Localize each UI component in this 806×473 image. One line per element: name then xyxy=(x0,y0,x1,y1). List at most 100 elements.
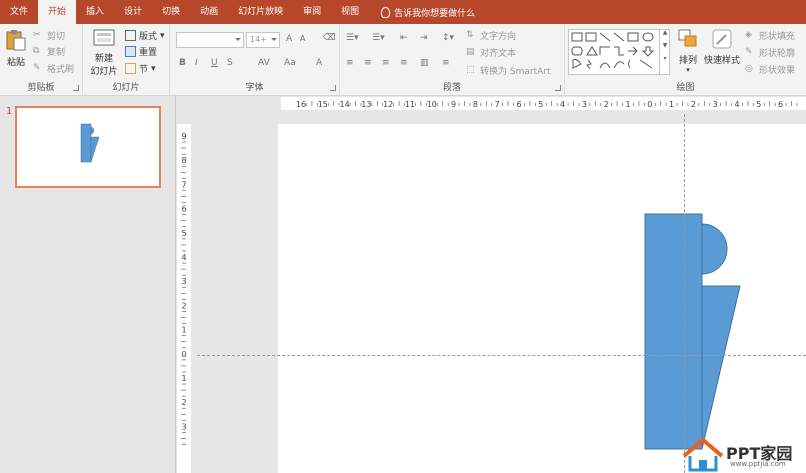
tab-review[interactable]: 审阅 xyxy=(293,0,331,24)
vertical-guide-line[interactable] xyxy=(684,114,685,473)
font-launcher-icon[interactable] xyxy=(330,85,336,91)
bold-button[interactable]: B xyxy=(179,58,186,68)
shadow-button[interactable]: S xyxy=(227,58,233,68)
copy-icon: ⧉ xyxy=(33,46,40,56)
copy-button[interactable]: ⧉ 复制 xyxy=(33,45,65,58)
tab-view[interactable]: 视图 xyxy=(331,0,369,24)
tab-slideshow[interactable]: 幻灯片放映 xyxy=(228,0,293,24)
clipboard-launcher-icon[interactable] xyxy=(73,85,79,91)
shape-outline-label: 形状轮廓 xyxy=(759,49,796,59)
columns-button[interactable]: ▥ xyxy=(420,58,429,68)
triangle-shape[interactable] xyxy=(701,285,741,450)
clipboard-group: 粘贴 ✂ 剪切 ⧉ 复制 ✎ 格式刷 剪贴板 xyxy=(0,24,83,96)
paste-button[interactable]: 粘贴 xyxy=(3,28,29,68)
justify-button[interactable]: ≡ xyxy=(400,58,408,68)
tall-rectangle-shape[interactable] xyxy=(644,213,703,450)
ribbon: 粘贴 ✂ 剪切 ⧉ 复制 ✎ 格式刷 剪贴板 新建 幻灯片 版式 ▾ 重置 节 … xyxy=(0,24,806,96)
arrange-button[interactable]: 排列 ▾ xyxy=(675,28,701,74)
shapes-gallery[interactable] xyxy=(568,29,670,75)
bullets-button[interactable]: ☰▾ xyxy=(346,33,359,43)
tab-file[interactable]: 文件 xyxy=(0,0,38,24)
reset-button[interactable]: 重置 xyxy=(125,45,157,58)
slide-canvas[interactable] xyxy=(278,124,806,473)
ruler-tick-label: 3 xyxy=(582,100,587,109)
shrink-font-button[interactable]: A xyxy=(300,34,305,43)
underline-button[interactable]: U xyxy=(211,58,218,68)
effects-icon: ◎ xyxy=(745,64,753,74)
ribbon-tab-bar: 文件 开始 插入 设计 切换 动画 幻灯片放映 审阅 视图 告诉我你想要做什么 xyxy=(0,0,806,24)
distribute-icon: ≡ xyxy=(442,58,450,68)
chevron-down-icon: ▼ xyxy=(662,42,668,49)
house-logo-icon xyxy=(682,438,724,472)
align-center-button[interactable]: ≡ xyxy=(364,58,372,68)
ruler-tick-label: 6 xyxy=(778,100,783,109)
horizontal-ruler[interactable]: 16 15 14 13 12 11 10 9 8 7 6 5 4 3 2 1 0 1 2 3 4 5 6 xyxy=(281,97,806,110)
new-slide-label-1: 新建 xyxy=(94,54,113,64)
font-color-button[interactable]: A xyxy=(316,58,322,68)
tab-transitions[interactable]: 切换 xyxy=(152,0,190,24)
shape-fill-button[interactable]: ◈ 形状填充 xyxy=(745,29,795,42)
drawing-group-title: 绘图 xyxy=(676,83,695,93)
numbering-icon: ☰▾ xyxy=(372,33,385,43)
paragraph-launcher-icon[interactable] xyxy=(555,85,561,91)
tab-animations[interactable]: 动画 xyxy=(190,0,228,24)
align-left-icon: ≡ xyxy=(346,58,354,68)
char-spacing-button[interactable]: AV xyxy=(258,58,270,68)
pen-icon: ✎ xyxy=(745,47,753,57)
ruler-tick-label: 13 xyxy=(361,100,371,109)
distribute-button[interactable]: ≡ xyxy=(442,58,450,68)
chevron-down-icon: ▾ xyxy=(151,63,156,74)
align-text-label: 对齐文本 xyxy=(480,49,517,59)
font-size-field[interactable]: 14+ xyxy=(246,32,280,48)
line-spacing-button[interactable]: ↕▾ xyxy=(442,33,454,43)
font-size-value: 14+ xyxy=(250,35,267,44)
watermark-url: www.pptjia.com xyxy=(730,460,786,468)
format-painter-button[interactable]: ✎ 格式刷 xyxy=(33,62,74,75)
tab-design[interactable]: 设计 xyxy=(114,0,152,24)
increase-indent-button[interactable]: ⇥ xyxy=(420,33,428,43)
tab-insert[interactable]: 插入 xyxy=(76,0,114,24)
shape-effects-button[interactable]: ◎ 形状效果 xyxy=(745,63,795,76)
section-button[interactable]: 节 ▾ xyxy=(125,62,156,75)
align-left-button[interactable]: ≡ xyxy=(346,58,354,68)
horizontal-guide-line[interactable] xyxy=(197,355,806,356)
vertical-ruler[interactable]: 9 8 7 6 5 4 3 2 1 0 1 2 3 xyxy=(177,124,191,473)
section-label: 节 xyxy=(139,65,149,75)
font-name-field[interactable] xyxy=(176,32,244,48)
align-text-button[interactable]: ▤ 对齐文本 xyxy=(466,46,516,59)
italic-button[interactable]: I xyxy=(195,58,198,68)
quick-styles-button[interactable]: 快速样式 xyxy=(703,28,741,66)
columns-icon: ▥ xyxy=(420,58,429,68)
quick-styles-label: 快速样式 xyxy=(703,56,740,66)
new-slide-icon xyxy=(93,29,115,46)
smartart-button[interactable]: ⬚ 转换为 SmartArt xyxy=(466,64,550,77)
align-center-icon: ≡ xyxy=(364,58,372,68)
ruler-tick-label: 3 xyxy=(181,277,186,286)
shape-outline-button[interactable]: ✎ 形状轮廓 xyxy=(745,46,795,59)
ruler-tick-label: 5 xyxy=(181,229,186,238)
change-case-button[interactable]: Aa xyxy=(284,58,296,68)
numbering-button[interactable]: ☰▾ xyxy=(372,33,385,43)
ruler-tick-label: 4 xyxy=(181,253,186,262)
clear-format-button[interactable]: ⌫ xyxy=(323,33,336,43)
grow-font-button[interactable]: A xyxy=(286,34,292,44)
layout-button[interactable]: 版式 ▾ xyxy=(125,29,165,42)
layout-label: 版式 xyxy=(139,32,158,42)
decrease-indent-button[interactable]: ⇤ xyxy=(400,33,408,43)
ruler-tick-label: 0 xyxy=(181,350,186,359)
tab-home[interactable]: 开始 xyxy=(38,0,77,24)
half-circle-shape[interactable] xyxy=(701,223,728,275)
ruler-tick-label: 7 xyxy=(181,180,186,189)
tell-me-box[interactable]: 告诉我你想要做什么 xyxy=(369,0,475,24)
chevron-up-icon: ▲ xyxy=(662,29,668,36)
new-slide-button[interactable]: 新建 幻灯片 xyxy=(86,28,122,77)
gallery-scroll[interactable]: ▲ ▼ ▾ xyxy=(659,29,670,75)
text-direction-button[interactable]: ⇅ 文字方向 xyxy=(466,29,516,42)
ruler-tick-label: 12 xyxy=(383,100,393,109)
ruler-tick-label: 5 xyxy=(756,100,761,109)
align-right-button[interactable]: ≡ xyxy=(382,58,390,68)
slide-thumbnail[interactable] xyxy=(15,106,161,188)
cut-button[interactable]: ✂ 剪切 xyxy=(33,29,65,42)
clipboard-group-title: 剪贴板 xyxy=(27,83,55,93)
chevron-down-icon xyxy=(235,38,241,41)
